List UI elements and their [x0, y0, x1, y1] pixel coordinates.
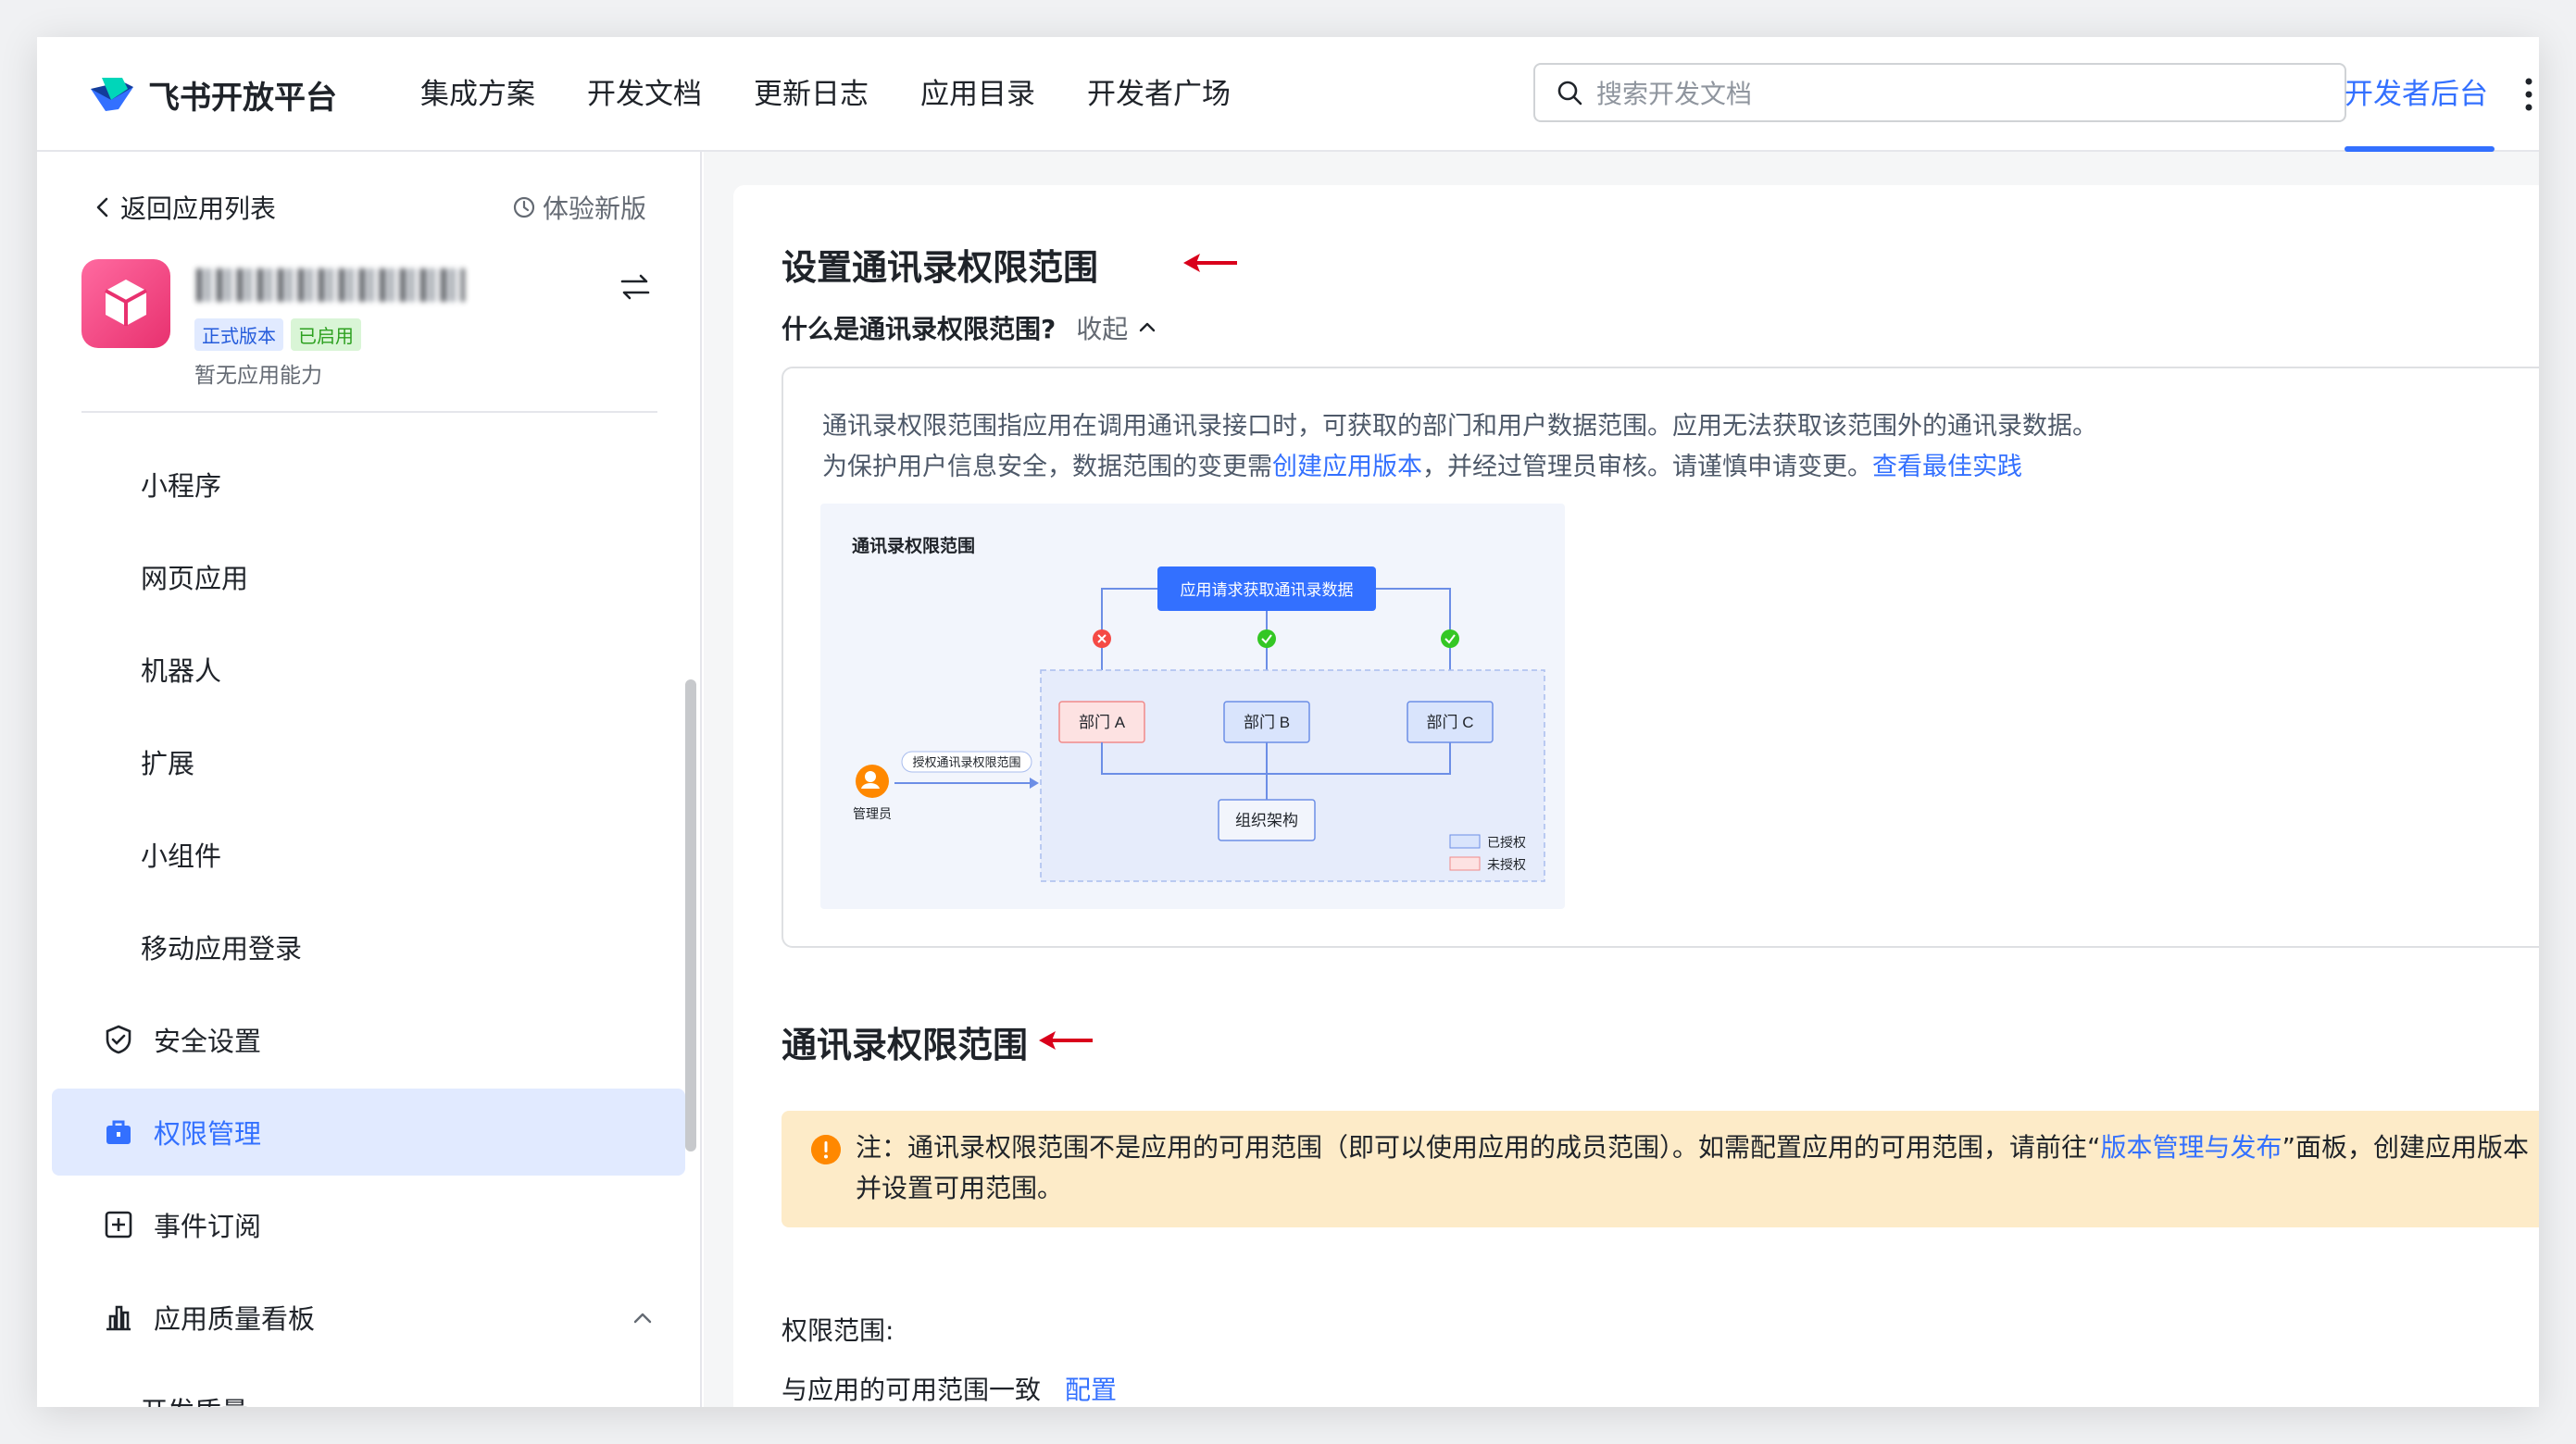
dept-b-label: 部门 B: [1244, 714, 1290, 731]
section-title-set-scope: 设置通讯录权限范围: [782, 247, 1099, 288]
org-label: 组织架构: [1235, 812, 1298, 829]
sidebar-item-permissions[interactable]: 权限管理: [52, 1089, 685, 1176]
sidebar-item-label: 安全设置: [154, 1026, 262, 1057]
nav-changelog[interactable]: 更新日志: [754, 72, 869, 117]
sidebar-item-dev-quality[interactable]: 开发质量: [37, 1366, 685, 1407]
allowed-icon: [1257, 629, 1276, 648]
app-status-badges: 正式版本 已启用: [194, 318, 369, 351]
allowed-icon: [1441, 629, 1459, 648]
scope-diagram: 通讯录权限范围 应用请求获取通讯录数据 部门 A 部门 B 部门 C 组织架构 …: [820, 504, 1565, 909]
main-content: 设置通讯录权限范围 什么是通讯录权限范围? 收起 通讯录权限范围指应用在调用通讯…: [704, 152, 2539, 1407]
chevron-up-icon: [1140, 322, 1156, 332]
app-capability-text: 暂无应用能力: [194, 364, 322, 388]
dept-a-label: 部门 A: [1079, 714, 1126, 731]
content-card: 设置通讯录权限范围 什么是通讯录权限范围? 收起 通讯录权限范围指应用在调用通讯…: [733, 185, 2539, 1407]
description-text: ，并经过管理员审核。请谨慎申请变更。: [1422, 453, 1872, 481]
legend-granted-label: 已授权: [1487, 835, 1526, 850]
brand-name: 飞书开放平台: [148, 79, 337, 117]
scope-notice-banner: 注：通讯录权限范围不是应用的可用范围（即可以使用应用的成员范围）。如需配置应用的…: [782, 1111, 2539, 1227]
request-label: 应用请求获取通讯录数据: [1181, 581, 1354, 599]
annotation-arrow-icon: [1039, 1031, 1093, 1050]
section-title-scope: 通讯录权限范围: [782, 1025, 1029, 1065]
sidebar-item-widget[interactable]: 小组件: [37, 811, 685, 898]
search-icon: [1557, 81, 1582, 106]
back-to-app-list-link[interactable]: 返回应用列表: [91, 189, 276, 226]
nav-integration[interactable]: 集成方案: [420, 72, 535, 117]
back-label: 返回应用列表: [120, 193, 277, 224]
sidebar-item-security[interactable]: 安全设置: [37, 996, 685, 1083]
scope-label: 权限范围:: [782, 1315, 894, 1346]
switch-app-icon[interactable]: [617, 268, 654, 305]
app-avatar: [81, 259, 170, 348]
warning-icon: [811, 1135, 841, 1164]
legend-granted-swatch: [1449, 834, 1481, 849]
app-window: 飞书开放平台 集成方案 开发文档 更新日志 应用目录 开发者广场 搜索开发文档 …: [37, 37, 2539, 1407]
annotation-arrow-icon: [1183, 254, 1237, 272]
sidebar-item-web-app[interactable]: 网页应用: [37, 533, 685, 620]
collapse-label: 收起: [1076, 314, 1129, 344]
chevron-up-icon[interactable]: [630, 1305, 656, 1331]
create-app-version-link[interactable]: 创建应用版本: [1272, 453, 1422, 481]
admin-label: 管理员: [853, 806, 892, 821]
cube-icon: [105, 280, 147, 326]
collapse-button[interactable]: 收起: [1076, 309, 1159, 346]
sidebar-item-label: 应用质量看板: [154, 1303, 316, 1335]
scope-value-row: 与应用的可用范围一致 配置: [782, 1370, 1117, 1407]
sidebar: 返回应用列表 体验新版 正式版本 已启用 暂无应用能力 小程序 网页应用 机器人…: [37, 152, 702, 1407]
sidebar-item-label: 事件订阅: [154, 1211, 262, 1242]
sidebar-item-bot[interactable]: 机器人: [37, 626, 685, 713]
sidebar-item-label: 权限管理: [154, 1118, 262, 1150]
feishu-logo-icon: [91, 78, 133, 111]
best-practice-link[interactable]: 查看最佳实践: [1872, 453, 2022, 481]
try-new-label: 体验新版: [543, 193, 647, 224]
sidebar-item-extension[interactable]: 扩展: [37, 718, 685, 805]
history-icon: [513, 196, 535, 218]
configure-scope-link[interactable]: 配置: [1065, 1375, 1117, 1405]
description-line-2: 为保护用户信息安全，数据范围的变更需创建应用版本，并经过管理员审核。请谨慎申请变…: [822, 446, 2022, 482]
scope-value: 与应用的可用范围一致: [782, 1375, 1042, 1405]
dept-c-label: 部门 C: [1427, 714, 1474, 731]
release-badge: 正式版本: [194, 318, 283, 351]
enabled-badge: 已启用: [291, 318, 361, 351]
scope-explanation-box: 通讯录权限范围指应用在调用通讯录接口时，可获取的部门和用户数据范围。应用无法获取…: [782, 367, 2539, 948]
what-is-label: 什么是通讯录权限范围?: [782, 314, 1057, 344]
sidebar-item-mobile-login[interactable]: 移动应用登录: [37, 903, 685, 990]
nav-developer-square[interactable]: 开发者广场: [1087, 72, 1231, 117]
shield-check-icon: [106, 1025, 131, 1054]
description-line-1: 通讯录权限范围指应用在调用通讯录接口时，可获取的部门和用户数据范围。应用无法获取…: [822, 412, 2097, 441]
search-placeholder: 搜索开发文档: [1596, 79, 1753, 109]
notice-text: 注：通讯录权限范围不是应用的可用范围（即可以使用应用的成员范围）。如需配置应用的…: [856, 1127, 2539, 1209]
more-vertical-icon[interactable]: [2524, 76, 2533, 113]
add-square-icon: [105, 1211, 132, 1239]
sidebar-item-quality-board[interactable]: 应用质量看板: [37, 1274, 685, 1361]
legend-not-granted-label: 未授权: [1487, 857, 1526, 872]
scope-diagram-svg: 通讯录权限范围 应用请求获取通讯录数据 部门 A 部门 B 部门 C 组织架构 …: [852, 535, 1545, 882]
grant-label: 授权通讯录权限范围: [912, 755, 1020, 769]
sidebar-item-events[interactable]: 事件订阅: [37, 1181, 685, 1268]
sidebar-divider: [81, 411, 657, 413]
sidebar-scrollbar[interactable]: [685, 679, 696, 1151]
top-navigation-bar: 飞书开放平台 集成方案 开发文档 更新日志 应用目录 开发者广场 搜索开发文档 …: [37, 37, 2539, 152]
briefcase-icon: [106, 1120, 131, 1144]
version-management-link[interactable]: 版本管理与发布: [2101, 1132, 2282, 1163]
legend-not-granted-swatch: [1449, 856, 1481, 871]
nav-developer-console[interactable]: 开发者后台: [2345, 72, 2488, 117]
diagram-title: 通讯录权限范围: [852, 535, 975, 556]
chevron-left-icon: [96, 197, 108, 218]
nav-docs[interactable]: 开发文档: [587, 72, 702, 117]
brand-logo[interactable]: 飞书开放平台: [85, 68, 337, 120]
what-is-scope-row: 什么是通讯录权限范围? 收起: [782, 309, 1159, 346]
nav-app-directory[interactable]: 应用目录: [920, 72, 1035, 117]
search-input[interactable]: 搜索开发文档: [1533, 63, 2346, 122]
sidebar-item-mini-program[interactable]: 小程序: [37, 441, 685, 528]
app-name-redacted: [196, 268, 465, 302]
description-text: 为保护用户信息安全，数据范围的变更需: [822, 453, 1272, 481]
try-new-version-link[interactable]: 体验新版: [511, 189, 646, 226]
main-nav: 集成方案 开发文档 更新日志 应用目录 开发者广场: [420, 72, 1282, 117]
notice-text-part: 注：通讯录权限范围不是应用的可用范围（即可以使用应用的成员范围）。如需配置应用的…: [856, 1132, 2101, 1163]
bar-chart-icon: [106, 1305, 131, 1331]
